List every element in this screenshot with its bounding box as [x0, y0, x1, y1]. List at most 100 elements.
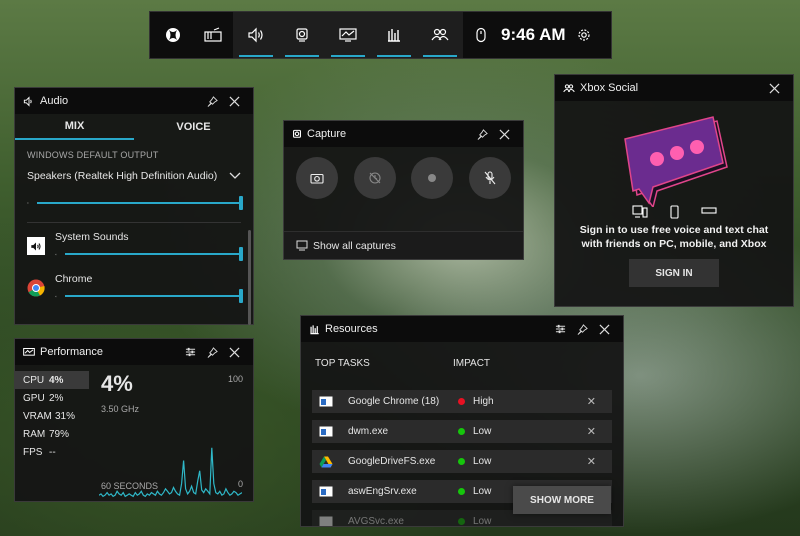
show-more-button[interactable]: SHOW MORE [513, 486, 611, 514]
slider-thumb[interactable] [239, 196, 243, 210]
default-output-label: WINDOWS DEFAULT OUTPUT [27, 150, 159, 160]
stat-fps[interactable]: FPS -- [15, 443, 89, 461]
social-icon [563, 83, 575, 92]
audio-icon [23, 95, 32, 107]
pc-icon [631, 205, 648, 218]
pin-button[interactable] [571, 323, 593, 335]
social-title: Xbox Social [580, 82, 639, 94]
task-row[interactable]: Google Chrome (18) High ✕ [312, 390, 612, 413]
widget-menu-button[interactable] [193, 12, 233, 58]
impact-indicator [458, 518, 465, 525]
cpu-big-value: 4% [101, 371, 133, 396]
pin-button[interactable] [201, 346, 223, 358]
start-recording-button[interactable] [411, 157, 454, 199]
mic-off-icon [484, 171, 496, 185]
scrollbar[interactable] [248, 230, 251, 325]
task-row[interactable]: dwm.exe Low ✕ [312, 420, 612, 443]
impact-indicator [458, 488, 465, 495]
stat-cpu[interactable]: CPU 4% [15, 371, 89, 389]
resources-widget-button[interactable] [371, 12, 417, 58]
impact-indicator [458, 398, 465, 405]
record-last-30s-button[interactable] [353, 157, 396, 199]
audio-widget-button[interactable] [233, 12, 279, 58]
impact-value: Low [473, 486, 492, 497]
stat-ram[interactable]: RAM 79% [15, 425, 89, 443]
chrome-icon [27, 279, 45, 297]
stat-vram[interactable]: VRAM 31% [15, 407, 89, 425]
console-icon [700, 207, 717, 214]
social-header: Xbox Social [555, 75, 793, 101]
close-button[interactable] [223, 346, 245, 358]
audio-header: Audio [15, 88, 253, 114]
slider-thumb[interactable] [239, 247, 243, 261]
capture-buttons [284, 157, 523, 199]
output-device-select[interactable]: Speakers (Realtek High Definition Audio) [27, 170, 241, 182]
tab-voice[interactable]: VOICE [134, 114, 253, 140]
close-button[interactable] [763, 82, 785, 94]
xbox-button[interactable] [153, 12, 193, 58]
settings-button[interactable] [572, 12, 596, 58]
chrome-volume-slider[interactable] [55, 287, 243, 305]
volume-icon [55, 253, 57, 255]
mic-toggle-button[interactable] [468, 157, 511, 199]
capture-widget-button[interactable] [279, 12, 325, 58]
audio-tabs: MIX VOICE [15, 114, 253, 140]
record-that-icon [369, 172, 381, 184]
resources-icon [310, 324, 319, 334]
col-header-task: TOP TASKS [315, 358, 370, 369]
show-all-captures-link[interactable]: Show all captures [284, 231, 523, 259]
record-icon [428, 174, 437, 182]
output-device-name: Speakers (Realtek High Definition Audio) [27, 170, 218, 182]
master-volume-slider[interactable] [27, 194, 243, 212]
end-task-button[interactable]: ✕ [587, 425, 596, 438]
close-button[interactable] [493, 128, 515, 140]
close-icon [768, 82, 780, 94]
stat-gpu[interactable]: GPU 2% [15, 389, 89, 407]
screenshot-button[interactable] [296, 157, 338, 199]
performance-widget-button[interactable] [325, 12, 371, 58]
window-app-icon [318, 486, 334, 498]
slider-thumb[interactable] [239, 289, 243, 303]
social-widget-button[interactable] [417, 12, 463, 58]
tab-mix[interactable]: MIX [15, 114, 134, 140]
window-app-icon [318, 396, 334, 408]
task-row[interactable]: GoogleDriveFS.exe Low ✕ [312, 450, 612, 473]
resources-header: Resources [301, 316, 623, 342]
audio-icon [248, 27, 263, 43]
pin-icon [207, 95, 218, 107]
performance-icon [339, 28, 357, 42]
options-button[interactable] [549, 324, 571, 334]
impact-indicator [458, 428, 465, 435]
social-message: Sign in to use free voice and text chat … [579, 224, 769, 250]
task-name: aswEngSrv.exe [348, 486, 417, 497]
end-task-button[interactable]: ✕ [587, 395, 596, 408]
impact-indicator [458, 458, 465, 465]
close-button[interactable] [223, 95, 245, 107]
options-button[interactable] [179, 347, 201, 357]
window-app-icon [318, 426, 334, 438]
sliders-icon [185, 347, 195, 357]
close-icon [228, 346, 240, 358]
impact-value: Low [473, 426, 492, 437]
pin-icon [577, 323, 588, 335]
performance-title: Performance [40, 346, 103, 358]
task-name: Google Chrome (18) [348, 396, 440, 407]
close-button[interactable] [593, 323, 615, 335]
sliders-icon [555, 324, 565, 334]
pin-button[interactable] [201, 95, 223, 107]
task-name: GoogleDriveFS.exe [348, 456, 436, 467]
mouse-lock-button[interactable] [467, 12, 495, 58]
performance-header: Performance [15, 339, 253, 365]
app-name: System Sounds [55, 231, 129, 243]
impact-value: Low [473, 516, 492, 527]
resources-widget: Resources TOP TASKS IMPACT Google Chrome… [300, 315, 624, 527]
pin-button[interactable] [471, 128, 493, 140]
sign-in-button[interactable]: SIGN IN [629, 259, 719, 288]
app-name: Chrome [55, 273, 93, 285]
impact-value: High [473, 396, 494, 407]
volume-icon [27, 202, 29, 204]
resources-title: Resources [325, 323, 378, 335]
perf-stat-list: CPU 4% GPU 2% VRAM 31% RAM 79% FPS -- [15, 365, 89, 499]
end-task-button[interactable]: ✕ [587, 455, 596, 468]
system-sounds-volume-slider[interactable] [55, 245, 243, 263]
